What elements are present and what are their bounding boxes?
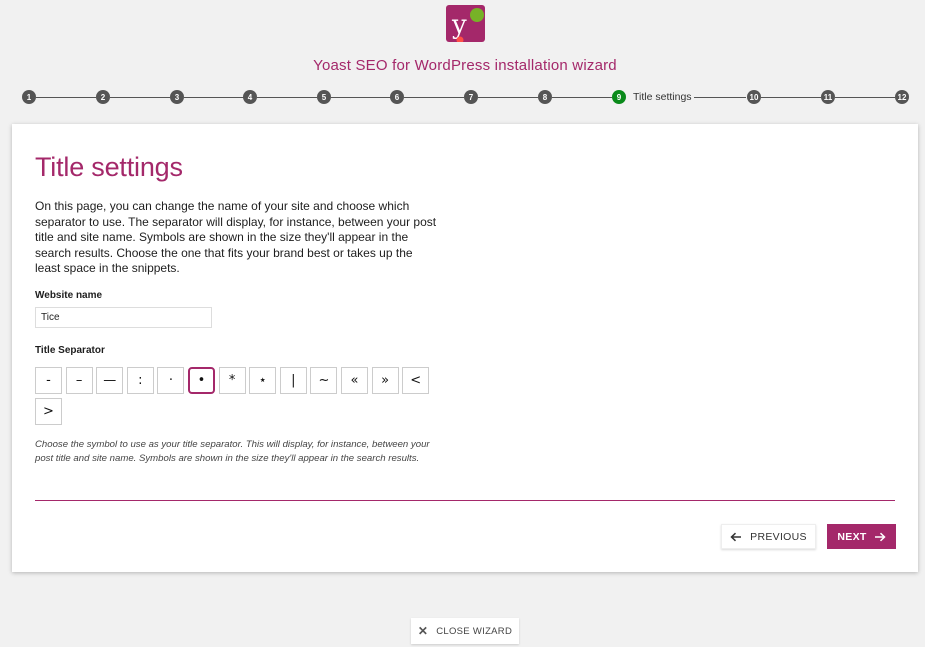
next-button-label: NEXT: [837, 530, 867, 543]
step-9[interactable]: 9: [612, 90, 626, 104]
next-button[interactable]: NEXT: [827, 524, 896, 549]
step-11[interactable]: 11: [821, 90, 835, 104]
step-4[interactable]: 4: [243, 90, 257, 104]
close-wizard-label: CLOSE WIZARD: [436, 625, 513, 637]
separator-option-selected[interactable]: •: [188, 367, 215, 394]
title-separator-label: Title Separator: [35, 345, 105, 356]
separator-option[interactable]: >: [35, 398, 62, 425]
separator-option[interactable]: *: [218, 367, 246, 394]
step-connector: [552, 97, 612, 98]
yoast-logo: y: [446, 5, 485, 44]
close-icon: ✕: [417, 624, 429, 638]
separator-option[interactable]: -: [35, 367, 62, 394]
step-connector: [184, 97, 244, 98]
active-step-label: Title settings: [633, 91, 692, 103]
step-12[interactable]: 12: [895, 90, 909, 104]
separator-option[interactable]: <: [402, 367, 430, 394]
step-8[interactable]: 8: [538, 90, 552, 104]
close-wizard-button[interactable]: ✕ CLOSE WIZARD: [411, 618, 519, 644]
step-1[interactable]: 1: [22, 90, 36, 104]
svg-text:y: y: [451, 10, 467, 40]
divider: [35, 500, 895, 501]
step-6[interactable]: 6: [390, 90, 404, 104]
separator-option[interactable]: –: [65, 367, 93, 394]
step-connector: [478, 97, 538, 98]
separator-option[interactable]: «: [341, 367, 368, 394]
page-title: Title settings: [35, 152, 183, 182]
step-2[interactable]: 2: [96, 90, 110, 104]
wizard-card: Title settings On this page, you can cha…: [12, 124, 918, 572]
step-connector: [404, 97, 464, 98]
step-connector: [694, 97, 746, 98]
separator-option[interactable]: ·: [157, 367, 185, 394]
previous-button-label: PREVIOUS: [750, 530, 807, 543]
website-name-label: Website name: [35, 290, 103, 301]
step-connector: [835, 97, 895, 98]
step-connector: [36, 97, 96, 98]
stepper: 1 2 3 4 5 6 7 8 9 Title settings 10 11 1…: [22, 90, 909, 105]
step-7[interactable]: 7: [464, 90, 478, 104]
separator-option[interactable]: ⋆: [249, 367, 277, 394]
separator-option[interactable]: :: [126, 367, 154, 394]
intro-text: On this page, you can change the name of…: [35, 199, 437, 276]
step-10[interactable]: 10: [747, 90, 761, 104]
previous-button[interactable]: PREVIOUS: [721, 524, 816, 549]
arrow-left-icon: [730, 532, 742, 541]
separator-option[interactable]: |: [279, 367, 307, 394]
separator-help-text: Choose the symbol to use as your title s…: [35, 439, 430, 464]
website-name-input[interactable]: [35, 307, 212, 328]
step-3[interactable]: 3: [170, 90, 184, 104]
step-connector: [761, 97, 821, 98]
separator-option[interactable]: ~: [310, 367, 338, 394]
step-connector: [331, 97, 391, 98]
separator-option[interactable]: »: [371, 367, 399, 394]
wizard-title: Yoast SEO for WordPress installation wiz…: [313, 57, 617, 74]
separator-option[interactable]: —: [96, 367, 124, 394]
step-connector: [110, 97, 170, 98]
step-5[interactable]: 5: [317, 90, 331, 104]
step-connector: [257, 97, 317, 98]
arrow-right-icon: [874, 532, 886, 541]
